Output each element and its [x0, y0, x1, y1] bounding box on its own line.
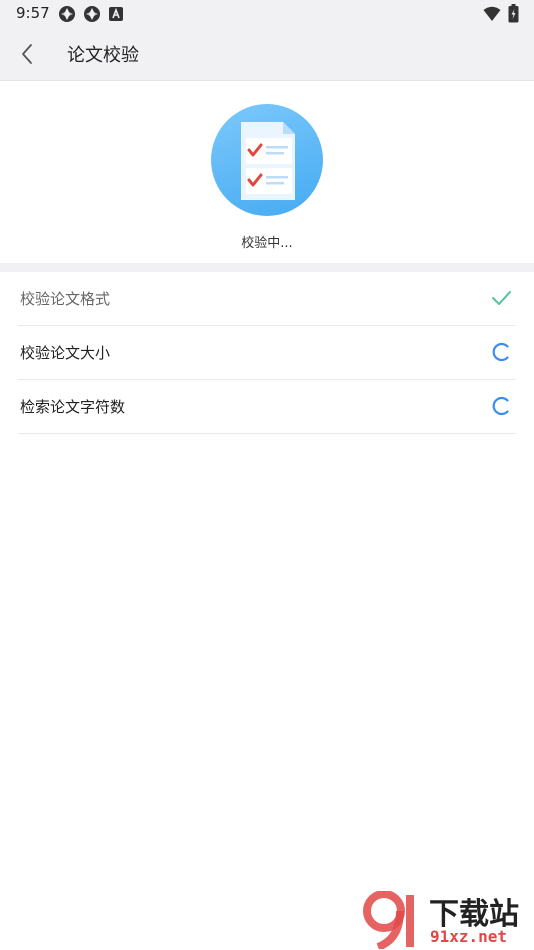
- check-label: 校验论文大小: [20, 344, 111, 362]
- site-watermark: 下载站 91xz.net: [362, 889, 534, 950]
- check-list: 校验论文格式 校验论文大小 检索论文字符数: [18, 272, 516, 434]
- section-divider: [0, 263, 534, 272]
- check-icon: [492, 291, 511, 305]
- watermark-logo-icon: [363, 891, 414, 949]
- chevron-left-icon: [22, 44, 32, 64]
- hero-section: 校验中...: [0, 81, 534, 263]
- a-badge-icon: [109, 7, 123, 21]
- hero-icon-circle: [211, 104, 323, 216]
- battery-icon: [508, 4, 519, 23]
- watermark-url: 91xz.net: [430, 927, 508, 946]
- list-item: 校验论文大小: [18, 326, 516, 380]
- page-title: 论文校验: [67, 45, 139, 66]
- check-label: 检索论文字符数: [20, 398, 126, 416]
- wifi-icon: [483, 6, 501, 21]
- document-checklist-icon: [241, 122, 295, 200]
- status-bar: 9:57: [0, 0, 534, 28]
- status-time: 9:57: [16, 4, 50, 22]
- app-notification-icon: [59, 6, 75, 22]
- loading-spinner-icon: [492, 342, 509, 362]
- back-button[interactable]: [14, 40, 42, 68]
- verification-status-text: 校验中...: [241, 236, 293, 251]
- list-item: 检索论文字符数: [18, 380, 516, 434]
- list-item: 校验论文格式: [18, 272, 516, 326]
- check-label: 校验论文格式: [20, 290, 111, 308]
- loading-spinner-icon: [492, 396, 509, 416]
- app-bar: 论文校验: [0, 28, 534, 81]
- app-notification-icon: [84, 6, 100, 22]
